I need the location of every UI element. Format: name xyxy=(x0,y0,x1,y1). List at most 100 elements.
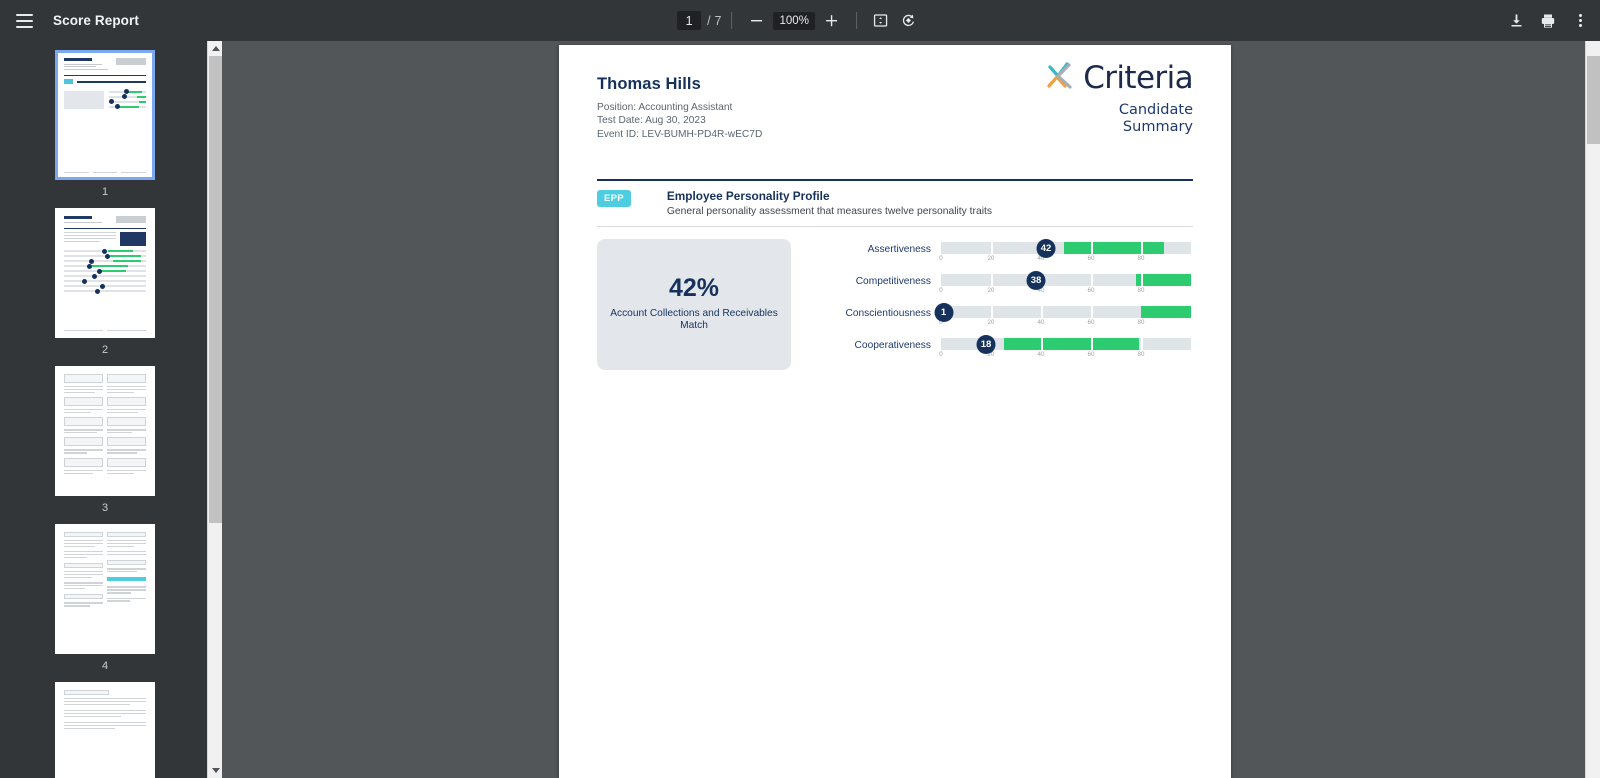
toolbar-center-group: / 7 100% xyxy=(677,0,923,41)
thumbnail-preview xyxy=(58,53,152,177)
axis-tick-label: 60 xyxy=(1087,318,1095,326)
zoom-out-button[interactable] xyxy=(743,7,771,35)
page-thumbnail-3[interactable] xyxy=(55,366,155,496)
mini-bar-a xyxy=(64,248,146,254)
scroll-up-arrow-icon[interactable] xyxy=(208,41,222,56)
download-icon[interactable] xyxy=(1502,7,1530,35)
pdf-toolbar: Score Report / 7 100% xyxy=(0,0,1600,41)
mini-dark-card xyxy=(120,231,146,246)
trait-track xyxy=(941,305,1191,318)
trait-row: Assertiveness 0 20 40 60 80 42 xyxy=(831,238,1193,265)
mini-col-right xyxy=(107,374,146,488)
band-tick-divider xyxy=(1141,273,1143,286)
thumbnail-item[interactable]: 2 xyxy=(0,208,210,356)
document-title: Score Report xyxy=(53,13,139,28)
mini-bar-3 xyxy=(109,99,146,105)
hamburger-menu-icon[interactable] xyxy=(8,5,40,37)
axis-tick-label: 60 xyxy=(1087,254,1095,262)
page-thumbnail-1[interactable] xyxy=(55,50,155,180)
thumbnail-preview xyxy=(58,369,152,493)
mini-band-3 xyxy=(138,100,146,104)
zoom-level-display[interactable]: 100% xyxy=(773,11,815,30)
status-badge: EPP xyxy=(597,189,631,207)
mini-rule xyxy=(64,227,146,229)
kebab-menu-icon[interactable] xyxy=(1566,7,1594,35)
axis-tick-label: 40 xyxy=(1037,318,1045,326)
personality-trait-chart: Assertiveness 0 20 40 60 80 42 Competitiveness 0… xyxy=(831,238,1193,370)
zoom-in-button[interactable] xyxy=(818,7,846,35)
brand-subtitle-line1: Candidate xyxy=(1118,102,1193,118)
viewer-scrollbar[interactable] xyxy=(1585,41,1600,778)
thumbnail-item[interactable]: 3 xyxy=(0,366,210,514)
print-icon[interactable] xyxy=(1534,7,1562,35)
section-description: General personality assessment that meas… xyxy=(666,205,992,217)
track-tick-divider xyxy=(991,241,993,254)
page-thumbnail-2[interactable] xyxy=(55,208,155,338)
trait-label: Competitiveness xyxy=(855,275,931,287)
mini-col-left xyxy=(64,374,103,488)
track-tick-divider xyxy=(1091,305,1093,318)
toolbar-right-group xyxy=(1502,7,1594,35)
viewer-scrollbar-thumb[interactable] xyxy=(1587,56,1600,144)
band-tick-divider xyxy=(1091,337,1093,350)
thumbnail-item[interactable]: 1 xyxy=(0,50,210,198)
mini-col-left xyxy=(64,231,116,246)
axis-tick-label: 80 xyxy=(1137,318,1145,326)
mini-logo xyxy=(116,216,146,223)
pdf-page-1: Thomas Hills Position: Accounting Assist… xyxy=(559,45,1231,778)
sidebar-scrollbar[interactable] xyxy=(207,41,222,778)
trait-track-wrapper: 0 20 40 60 80 1 xyxy=(934,302,1191,329)
scroll-down-arrow-icon[interactable] xyxy=(208,763,222,778)
match-label: Account Collections and Receivables Matc… xyxy=(610,307,778,332)
thumbnail-item[interactable]: 5 xyxy=(0,682,210,778)
section-bottom-rule xyxy=(597,225,1193,227)
trait-row: Conscientiousness 0 20 40 60 80 1 xyxy=(831,302,1193,329)
mini-bar-4 xyxy=(109,104,146,110)
toolbar-left-group: Score Report xyxy=(0,5,139,37)
trait-score-badge: 38 xyxy=(1026,270,1046,290)
mini-dot-2 xyxy=(122,94,128,100)
trait-label: Cooperativeness xyxy=(854,339,931,351)
trait-ideal-band xyxy=(1141,305,1191,318)
thumbnail-sidebar: 1 2 3 4 xyxy=(0,41,222,778)
mini-bar-b xyxy=(64,253,146,259)
menu-bar-2 xyxy=(15,19,33,22)
page-thumbnail-4[interactable] xyxy=(55,524,155,654)
mini-band-2 xyxy=(137,95,146,99)
mini-band-4 xyxy=(117,105,139,109)
mini-table xyxy=(64,248,146,294)
trait-ideal-band xyxy=(1063,241,1164,254)
rotate-icon[interactable] xyxy=(895,7,923,35)
page-number-input[interactable] xyxy=(677,11,702,30)
page-navigation: / 7 xyxy=(677,11,722,30)
trait-row: Cooperativeness 0 20 40 60 80 18 xyxy=(831,334,1193,361)
menu-bar-1 xyxy=(15,13,33,16)
axis-tick-label: 80 xyxy=(1137,254,1145,262)
mini-bar-e xyxy=(64,268,146,274)
sidebar-scrollbar-thumb[interactable] xyxy=(209,56,222,523)
trait-label: Assertiveness xyxy=(867,243,931,255)
trait-track-wrapper: 0 20 40 60 80 38 xyxy=(939,270,1191,297)
axis-tick-label: 80 xyxy=(1137,286,1145,294)
criteria-x-logo-icon xyxy=(1045,59,1081,98)
thumbnail-item[interactable]: 4 xyxy=(0,524,210,672)
kebab-dot-3 xyxy=(1578,24,1582,27)
thumbnail-page-label: 2 xyxy=(101,344,109,356)
track-tick-divider xyxy=(991,305,993,318)
trait-track xyxy=(941,241,1191,254)
brand-block: Criteria Candidate Summary xyxy=(1045,59,1194,136)
mini-section-head xyxy=(64,79,146,85)
page-total-count: 7 xyxy=(714,13,722,28)
mini-section-title xyxy=(77,80,146,83)
page-thumbnail-5[interactable] xyxy=(55,682,155,778)
thumbnail-preview xyxy=(58,211,152,335)
mini-footer xyxy=(64,329,146,331)
toolbar-divider-2 xyxy=(855,12,857,29)
pdf-viewer: Thomas Hills Position: Accounting Assist… xyxy=(222,41,1585,778)
thumbnail-list: 1 2 3 4 xyxy=(0,41,210,778)
trait-axis: 0 20 40 60 80 xyxy=(939,286,1191,297)
track-tick-divider xyxy=(1091,273,1093,286)
trait-track-wrapper: 0 20 40 60 80 42 xyxy=(939,238,1191,265)
mini-sub-1 xyxy=(64,221,102,223)
fit-to-page-icon[interactable] xyxy=(867,7,895,35)
